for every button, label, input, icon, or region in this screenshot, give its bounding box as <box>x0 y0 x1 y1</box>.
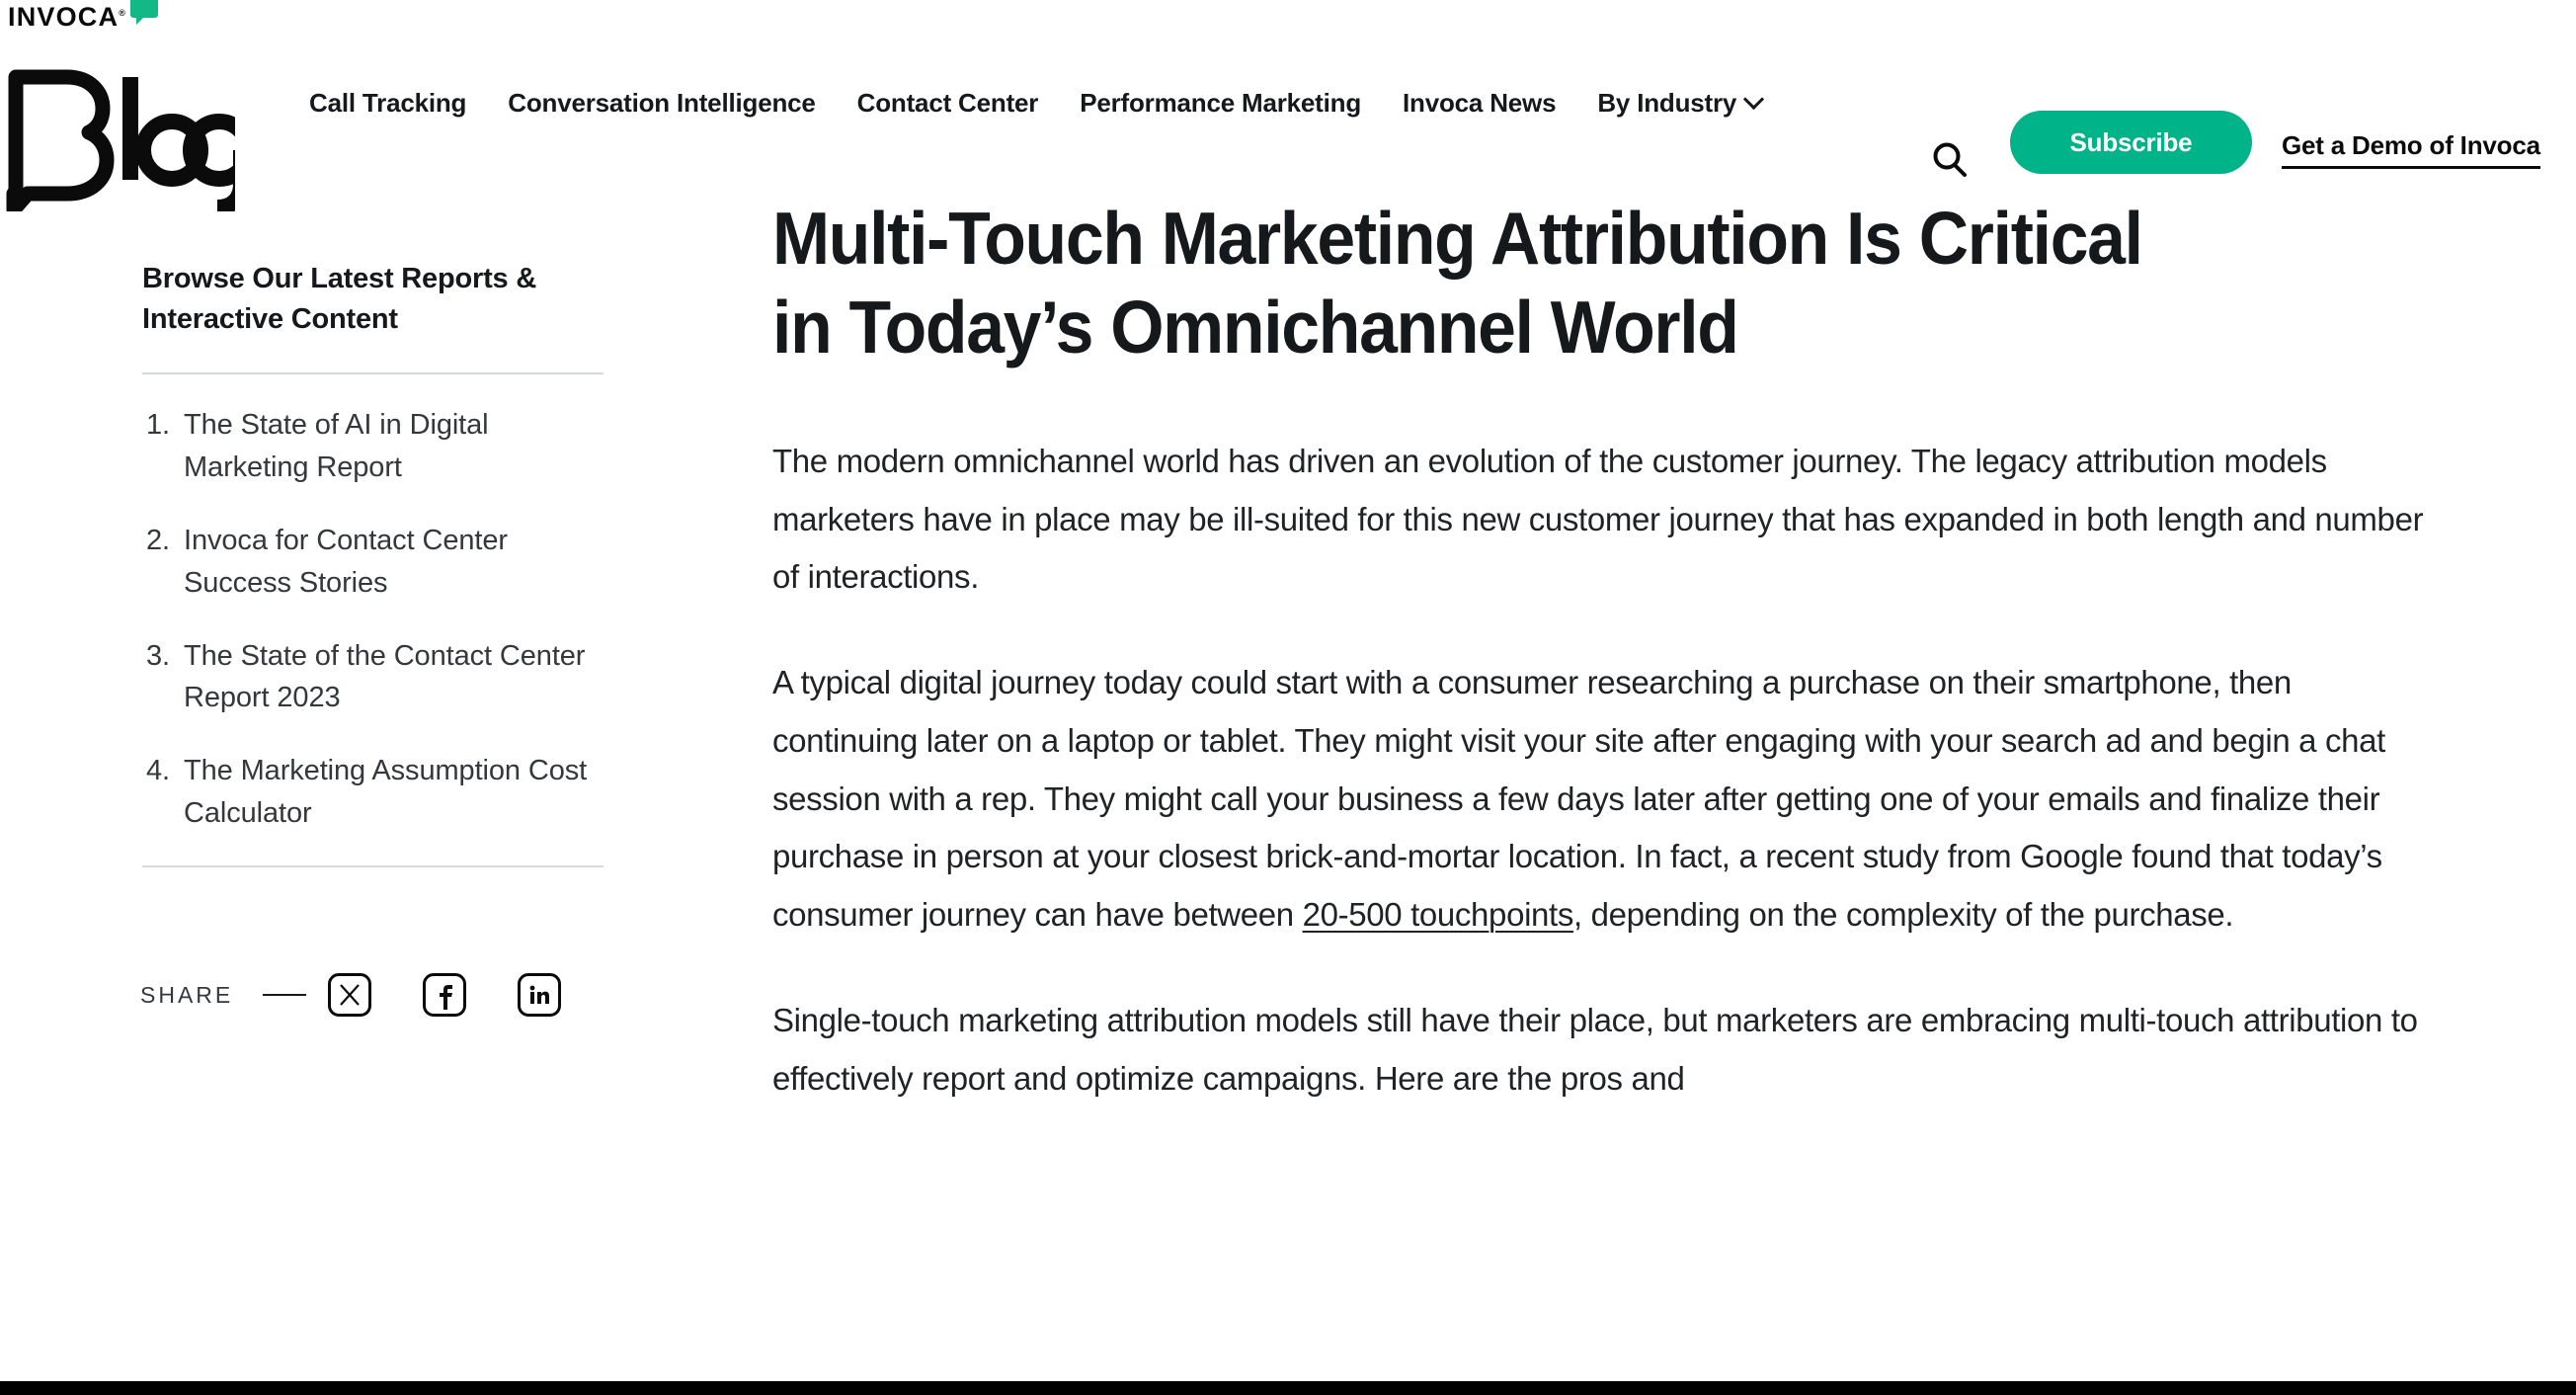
sidebar-item-cost-calculator[interactable]: The Marketing Assumption Cost Calculator <box>142 750 606 835</box>
search-icon <box>1933 142 1967 177</box>
article-paragraph-3: Single-touch marketing attribution model… <box>772 1001 2418 1097</box>
share-facebook-button[interactable] <box>423 973 467 1017</box>
blog-logo[interactable] <box>6 63 235 211</box>
sidebar-item-contact-center-stories[interactable]: Invoca for Contact Center Success Storie… <box>142 520 606 605</box>
facebook-icon <box>440 985 453 1010</box>
sidebar-item-contact-center-report[interactable]: The State of the Contact Center Report 2… <box>142 635 606 720</box>
share-x-twitter-button[interactable] <box>328 973 372 1017</box>
invoca-brand-logo[interactable]: INVOCA® <box>8 0 159 31</box>
sidebar-item-state-of-ai[interactable]: The State of AI in Digital Marketing Rep… <box>142 404 606 489</box>
bottom-bar <box>0 1381 2576 1395</box>
site-header: Call Tracking Conversation Intelligence … <box>0 43 2576 211</box>
page-root: INVOCA® Call Tracking Conversation Intel… <box>0 0 2576 1395</box>
nav-label: By Industry <box>1597 87 1737 118</box>
sidebar-title: Browse Our Latest Reports & Interactive … <box>142 263 537 336</box>
nav-label: Invoca News <box>1403 87 1557 118</box>
sidebar-item-label: The State of AI in Digital Marketing Rep… <box>184 408 489 483</box>
get-a-demo-link[interactable]: Get a Demo of Invoca <box>2282 130 2540 169</box>
share-linkedin-button[interactable] <box>518 973 562 1017</box>
touchpoints-link[interactable]: 20-500 touchpoints <box>1303 896 1574 933</box>
sidebar-item-label: Invoca for Contact Center Success Storie… <box>184 524 508 599</box>
share-divider <box>263 994 307 996</box>
invoca-logo-text: INVOCA <box>8 2 120 32</box>
x-twitter-icon <box>340 984 361 1006</box>
nav-label: Call Tracking <box>309 87 467 118</box>
page-title: Multi-Touch Marketing Attribution Is Cri… <box>772 197 2143 369</box>
share-row: SHARE <box>140 973 612 1017</box>
nav-item-conversation-intelligence[interactable]: Conversation Intelligence <box>487 88 836 119</box>
registered-mark-icon: ® <box>119 8 127 18</box>
nav-item-by-industry[interactable]: By Industry <box>1576 88 1782 119</box>
nav-item-invoca-news[interactable]: Invoca News <box>1382 88 1576 119</box>
chevron-down-icon <box>1743 88 1765 110</box>
sidebar: Browse Our Latest Reports & Interactive … <box>142 259 606 868</box>
sidebar-report-list: The State of AI in Digital Marketing Rep… <box>142 404 606 835</box>
article-paragraph-2: A typical digital journey today could st… <box>772 654 2442 944</box>
sidebar-divider-bottom <box>142 865 604 868</box>
sidebar-divider-top <box>142 371 604 374</box>
article-paragraph-1: The modern omnichannel world has driven … <box>772 443 2424 596</box>
nav-label: Performance Marketing <box>1080 87 1362 118</box>
nav-label: Conversation Intelligence <box>508 87 816 118</box>
search-button[interactable] <box>1928 138 1972 182</box>
sidebar-item-label: The Marketing Assumption Cost Calculator <box>184 755 588 830</box>
primary-navigation: Call Tracking Conversation Intelligence … <box>288 43 1782 162</box>
nav-item-contact-center[interactable]: Contact Center <box>837 88 1060 119</box>
share-label: SHARE <box>140 981 234 1008</box>
invoca-wordmark: INVOCA® <box>8 4 126 31</box>
nav-item-call-tracking[interactable]: Call Tracking <box>288 88 487 119</box>
nav-item-performance-marketing[interactable]: Performance Marketing <box>1059 88 1382 119</box>
speech-bubble-icon <box>130 0 159 25</box>
paragraph-2-text-after: , depending on the complexity of the pur… <box>1573 896 2234 934</box>
subscribe-button[interactable]: Subscribe <box>2010 111 2252 174</box>
paragraph-2-text-before: A typical digital journey today could st… <box>772 664 2385 934</box>
sidebar-item-label: The State of the Contact Center Report 2… <box>184 639 586 714</box>
linkedin-icon <box>529 985 550 1004</box>
article: Multi-Touch Marketing Attribution Is Cri… <box>772 194 2452 1108</box>
nav-label: Contact Center <box>856 87 1039 118</box>
